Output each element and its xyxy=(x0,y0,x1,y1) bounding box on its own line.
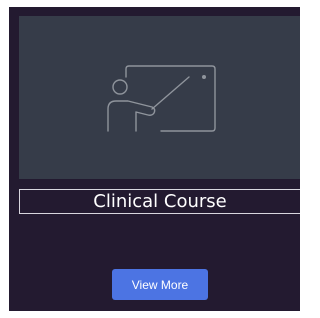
course-card: Clinical Course View More xyxy=(9,7,300,311)
view-more-button[interactable]: View More xyxy=(112,269,208,300)
course-thumbnail xyxy=(19,16,300,179)
course-title: Clinical Course xyxy=(93,191,227,212)
course-title-box: Clinical Course xyxy=(19,189,300,214)
teacher-whiteboard-icon xyxy=(107,65,216,132)
